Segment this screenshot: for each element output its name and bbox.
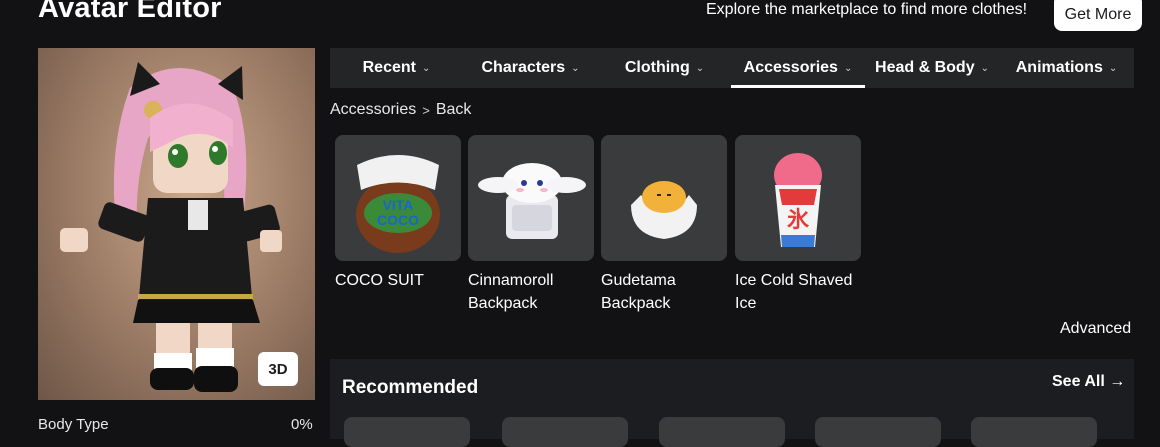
item-name: Gudetama Backpack bbox=[601, 272, 676, 312]
item-name: Ice Cold Shaved Ice bbox=[735, 272, 853, 312]
body-type-label: Body Type bbox=[38, 416, 109, 433]
tab-label: Characters bbox=[481, 59, 566, 76]
get-more-button[interactable]: Get More bbox=[1054, 0, 1142, 31]
tab-label: Recent bbox=[362, 59, 416, 76]
arrow-right-icon: → bbox=[1109, 373, 1126, 390]
tab-head-body[interactable]: Head & Body ⌄ bbox=[865, 48, 999, 88]
svg-text:VITA: VITA bbox=[383, 197, 414, 213]
coconut-hat-icon: VITA COCO bbox=[356, 155, 440, 253]
recommended-item-card[interactable] bbox=[502, 417, 628, 447]
svg-text:氷: 氷 bbox=[787, 207, 810, 232]
body-type-value: 0% bbox=[291, 416, 313, 433]
chevron-down-icon: ⌄ bbox=[980, 62, 989, 74]
chevron-right-icon: > bbox=[422, 102, 430, 118]
recommended-item-card[interactable] bbox=[344, 417, 470, 447]
recommended-section: Recommended See All → bbox=[330, 359, 1134, 447]
tab-label: Accessories bbox=[743, 59, 838, 76]
page-title: Avatar Editor bbox=[38, 0, 222, 24]
recommended-item-card[interactable] bbox=[815, 417, 941, 447]
breadcrumb: Accessories > Back bbox=[330, 101, 471, 119]
advanced-button[interactable]: Advanced bbox=[1060, 320, 1131, 338]
item-thumbnail[interactable] bbox=[601, 135, 727, 261]
chevron-down-icon: ⌄ bbox=[1108, 62, 1118, 74]
svg-text:COCO: COCO bbox=[377, 212, 419, 228]
see-all-label: See All bbox=[1052, 373, 1105, 390]
chevron-down-icon: ⌄ bbox=[421, 62, 431, 74]
item-card[interactable]: 氷 Ice Cold Shaved Ice bbox=[735, 135, 861, 315]
tab-label: Animations bbox=[1015, 59, 1103, 76]
item-name: COCO SUIT bbox=[335, 272, 424, 289]
recommended-item-card[interactable] bbox=[971, 417, 1097, 447]
chevron-down-icon: ⌄ bbox=[843, 62, 853, 74]
tab-recent[interactable]: Recent ⌄ bbox=[330, 48, 463, 88]
tab-label: Head & Body bbox=[875, 59, 975, 76]
item-thumbnail[interactable]: 氷 bbox=[735, 135, 861, 261]
item-thumbnail[interactable] bbox=[468, 135, 594, 261]
view-3d-toggle-button[interactable]: 3D bbox=[258, 352, 298, 386]
avatar-preview[interactable]: 3D bbox=[38, 48, 315, 400]
item-card[interactable]: Gudetama Backpack bbox=[601, 135, 727, 315]
tab-accessories[interactable]: Accessories ⌄ bbox=[731, 48, 865, 88]
item-name: Cinnamoroll Backpack bbox=[468, 272, 554, 312]
tab-animations[interactable]: Animations ⌄ bbox=[999, 48, 1134, 88]
category-tabbar: Recent ⌄ Characters ⌄ Clothing ⌄ Accessorie… bbox=[330, 48, 1134, 88]
tab-characters[interactable]: Characters ⌄ bbox=[463, 48, 598, 88]
recommended-item-card[interactable] bbox=[659, 417, 785, 447]
item-thumbnail[interactable]: VITA COCO bbox=[335, 135, 461, 261]
see-all-link[interactable]: See All → bbox=[1052, 373, 1125, 391]
gudetama-egg-icon bbox=[631, 181, 697, 239]
recommended-title: Recommended bbox=[342, 377, 479, 398]
tab-label: Clothing bbox=[624, 59, 690, 76]
breadcrumb-section[interactable]: Accessories bbox=[330, 101, 416, 119]
breadcrumb-back[interactable]: Back bbox=[436, 101, 472, 119]
item-card[interactable]: Cinnamoroll Backpack bbox=[468, 135, 594, 315]
chevron-down-icon: ⌄ bbox=[571, 62, 580, 74]
cinnamoroll-backpack-icon bbox=[478, 163, 586, 239]
item-card[interactable]: VITA COCO COCO SUIT bbox=[335, 135, 461, 292]
avatar-figure-icon bbox=[60, 62, 282, 392]
shaved-ice-cup-icon: 氷 bbox=[774, 153, 822, 247]
tab-clothing[interactable]: Clothing ⌄ bbox=[598, 48, 731, 88]
marketplace-promo-text: Explore the marketplace to find more clo… bbox=[706, 1, 1028, 18]
chevron-down-icon: ⌄ bbox=[695, 62, 705, 74]
